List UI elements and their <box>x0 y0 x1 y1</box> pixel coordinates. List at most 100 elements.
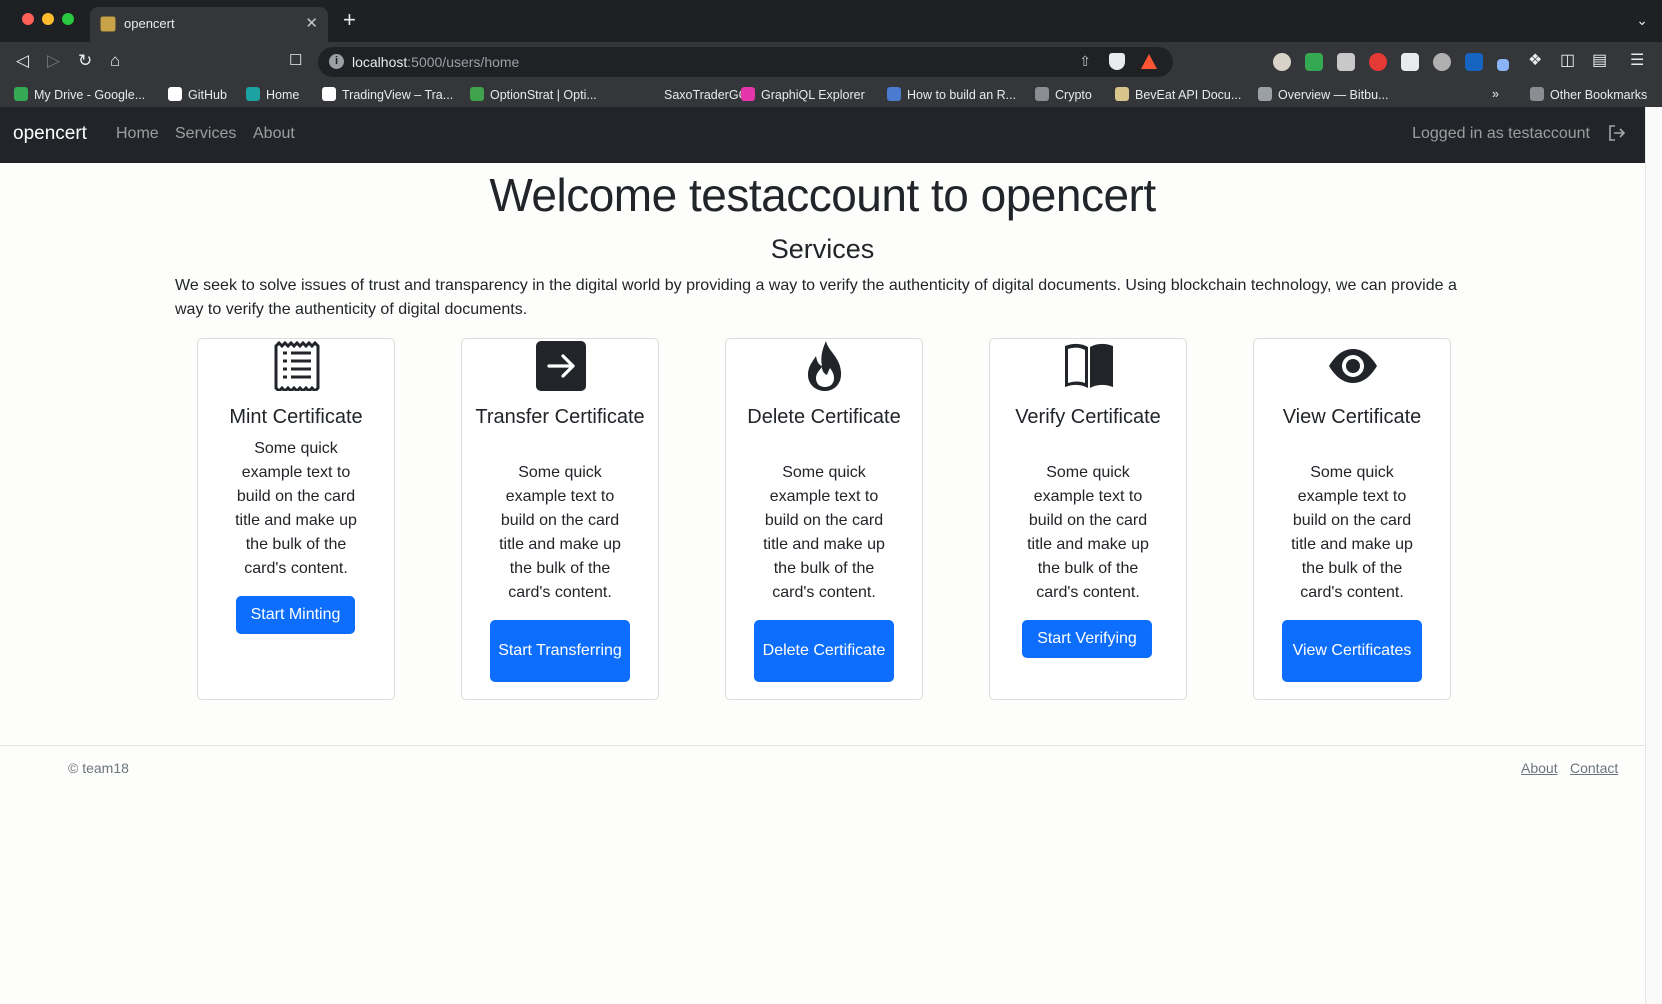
bookmark-favicon-icon <box>246 87 260 101</box>
start-verifying-button[interactable]: Start Verifying <box>1022 620 1152 658</box>
menu-icon[interactable]: ☰ <box>1630 51 1644 71</box>
arrow-right-square-icon <box>536 341 586 391</box>
bookmark-favicon-icon <box>887 87 901 101</box>
logout-icon[interactable] <box>1607 123 1627 143</box>
bookmark-item[interactable]: Overview — Bitbu... <box>1258 87 1388 102</box>
eye-icon <box>1329 349 1377 383</box>
extension-red-icon[interactable] <box>1369 53 1387 71</box>
card-title: Mint Certificate <box>229 406 363 428</box>
bookmark-favicon-icon <box>1258 87 1272 101</box>
address-bar[interactable]: i localhost:5000/users/home ⇧ <box>318 47 1173 77</box>
card-title: Verify Certificate <box>1015 406 1161 428</box>
bookmark-item[interactable]: TradingView – Tra... <box>322 87 453 102</box>
wallet-icon[interactable]: ▤ <box>1592 51 1607 71</box>
footer-link-about[interactable]: About <box>1521 760 1558 776</box>
bookmark-item[interactable]: Crypto <box>1035 87 1092 102</box>
bookmark-item[interactable]: BevEat API Docu... <box>1115 87 1241 102</box>
navbar-brand[interactable]: opencert <box>13 123 87 145</box>
bookmark-favicon-icon <box>1035 87 1049 101</box>
card-verify-certificate: Verify Certificate Some quick example te… <box>989 338 1187 700</box>
bookmark-favicon-icon <box>741 87 755 101</box>
card-mint-certificate: Mint Certificate Some quick example text… <box>197 338 395 700</box>
brave-shields-icon[interactable] <box>1109 53 1125 70</box>
card-delete-certificate: Delete Certificate Some quick example te… <box>725 338 923 700</box>
start-minting-button[interactable]: Start Minting <box>236 596 355 634</box>
extension-window-icon[interactable] <box>1401 53 1419 71</box>
card-text: Some quick example text to build on the … <box>235 440 357 577</box>
footer-link-contact[interactable]: Contact <box>1570 760 1618 776</box>
home-icon[interactable]: ⌂ <box>110 51 120 71</box>
extension-pen-icon[interactable] <box>1497 59 1509 71</box>
scrollbar[interactable] <box>1645 107 1662 1004</box>
bookmark-item[interactable]: OptionStrat | Opti... <box>470 87 597 102</box>
nav-link-about[interactable]: About <box>253 125 295 143</box>
bookmark-item[interactable]: GraphiQL Explorer <box>741 87 865 102</box>
minimize-window-button[interactable] <box>42 13 54 25</box>
tab-title: opencert <box>124 16 175 31</box>
close-window-button[interactable] <box>22 13 34 25</box>
bookmark-favicon-icon <box>1115 87 1129 101</box>
browser-window: opencert ✕ + ⌄ ◁ ▷ ↻ ⌂ ☐ i localhost:500… <box>0 0 1662 1004</box>
back-icon[interactable]: ◁ <box>16 51 29 71</box>
new-tab-button[interactable]: + <box>343 9 356 31</box>
site-info-icon[interactable]: i <box>329 54 344 69</box>
favicon-icon <box>100 16 116 32</box>
nav-link-home[interactable]: Home <box>116 125 159 143</box>
browser-tab[interactable]: opencert ✕ <box>90 7 328 42</box>
maximize-window-button[interactable] <box>62 13 74 25</box>
copyright-text: © team18 <box>68 760 129 776</box>
card-view-certificate: View Certificate Some quick example text… <box>1253 338 1451 700</box>
forward-icon[interactable]: ▷ <box>47 51 60 71</box>
extension-owl-icon[interactable] <box>1273 53 1291 71</box>
bookmarks-overflow-button[interactable]: » <box>1492 87 1499 101</box>
start-transferring-button[interactable]: Start Transferring <box>490 620 630 682</box>
book-icon <box>1065 343 1113 388</box>
other-bookmarks-folder[interactable]: Other Bookmarks <box>1530 87 1647 102</box>
reload-icon[interactable]: ↻ <box>78 51 92 71</box>
bookmark-item[interactable]: SaxoTraderGO <box>644 87 748 102</box>
tab-close-icon[interactable]: ✕ <box>305 14 318 32</box>
bookmark-favicon-icon <box>644 87 658 101</box>
intro-paragraph: We seek to solve issues of trust and tra… <box>175 277 1457 318</box>
view-certificates-button[interactable]: View Certificates <box>1282 620 1422 682</box>
delete-certificate-button[interactable]: Delete Certificate <box>754 620 894 682</box>
card-title: Transfer Certificate <box>475 406 645 428</box>
card-title: View Certificate <box>1282 406 1422 428</box>
nav-link-services[interactable]: Services <box>175 125 236 143</box>
services-heading: Services <box>770 234 875 264</box>
bookmark-favicon-icon <box>14 87 28 101</box>
extension-gray-icon[interactable] <box>1337 53 1355 71</box>
bookmark-item[interactable]: How to build an R... <box>887 87 1016 102</box>
bookmark-favicon-icon <box>470 87 484 101</box>
bookmark-item[interactable]: Home <box>246 87 299 102</box>
extension-drive-icon[interactable] <box>1305 53 1323 71</box>
card-transfer-certificate: Transfer Certificate Some quick example … <box>461 338 659 700</box>
site-navbar: opencert Home Services About Logged in a… <box>0 107 1645 163</box>
tab-search-chevron-icon[interactable]: ⌄ <box>1636 12 1648 29</box>
browser-toolbar: ◁ ▷ ↻ ⌂ ☐ i localhost:5000/users/home ⇧ … <box>0 42 1662 83</box>
share-icon[interactable]: ⇧ <box>1079 53 1091 70</box>
brave-rewards-icon[interactable] <box>1141 54 1157 69</box>
bookmark-icon[interactable]: ☐ <box>289 51 302 71</box>
bookmark-item[interactable]: My Drive - Google... <box>14 87 145 102</box>
extension-bitwarden-icon[interactable] <box>1465 53 1483 71</box>
card-text: Some quick example text to build on the … <box>763 464 885 601</box>
bookmarks-bar: » Other Bookmarks My Drive - Google... Gi… <box>0 83 1662 107</box>
sidebar-icon[interactable]: ◫ <box>1560 51 1575 71</box>
url-text[interactable]: localhost:5000/users/home <box>352 54 519 70</box>
web-page: opencert Home Services About Logged in a… <box>0 107 1662 1004</box>
bookmark-item[interactable]: GitHub <box>168 87 227 102</box>
extensions-puzzle-icon[interactable]: ❖ <box>1528 51 1542 71</box>
extension-openai-icon[interactable] <box>1433 53 1451 71</box>
fire-icon <box>808 341 842 391</box>
card-text: Some quick example text to build on the … <box>1027 464 1149 601</box>
receipt-icon <box>274 341 320 391</box>
bookmark-favicon-icon <box>168 87 182 101</box>
folder-icon <box>1530 87 1544 101</box>
tab-strip: opencert ✕ + ⌄ <box>0 0 1662 42</box>
card-title: Delete Certificate <box>747 406 901 428</box>
bookmark-favicon-icon <box>322 87 336 101</box>
card-text: Some quick example text to build on the … <box>499 464 621 601</box>
logged-in-text: Logged in as testaccount <box>1412 125 1590 142</box>
welcome-heading: Welcome testaccount to opencert <box>489 169 1156 221</box>
